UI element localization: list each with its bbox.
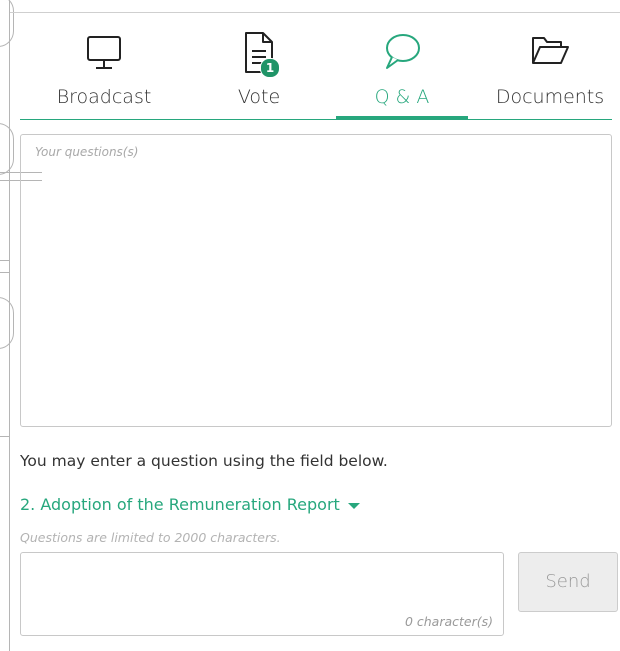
agenda-item-select[interactable]: 2. Adoption of the Remuneration Report: [20, 495, 360, 514]
monitor-icon: [87, 36, 121, 69]
side-decoration: [0, 436, 10, 437]
side-decoration: [0, 260, 10, 261]
side-decoration: [0, 272, 10, 273]
speech-bubble-icon: [386, 34, 420, 69]
tab-vote[interactable]: 1 Vote: [200, 28, 318, 120]
send-button[interactable]: Send: [518, 552, 618, 612]
tab-documents-label: Documents: [495, 86, 605, 108]
header-rule: [10, 12, 620, 13]
character-limit-note: Questions are limited to 2000 characters…: [20, 530, 281, 545]
tab-bar: Broadcast 1 Vote Q & A Documents: [48, 28, 612, 120]
left-panel-edge: [0, 0, 42, 651]
tab-broadcast-label: Broadcast: [56, 86, 152, 108]
folder-open-icon: [532, 37, 569, 64]
side-decoration: [0, 0, 14, 47]
vote-count-badge: 1: [260, 58, 280, 78]
tab-broadcast[interactable]: Broadcast: [48, 28, 160, 120]
character-counter: 0 character(s): [404, 614, 493, 629]
question-hint: You may enter a question using the field…: [20, 452, 388, 470]
side-decoration: [0, 297, 14, 349]
tab-bar-rule: [20, 119, 612, 120]
question-input[interactable]: 0 character(s): [20, 552, 504, 636]
questions-list[interactable]: Your questions(s): [20, 134, 612, 427]
side-decoration: [0, 123, 14, 175]
tab-qa-label: Q & A: [374, 86, 430, 108]
chevron-down-icon: [347, 502, 360, 509]
tab-vote-label: Vote: [237, 86, 281, 108]
questions-placeholder: Your questions(s): [35, 145, 139, 159]
agenda-item-label: 2. Adoption of the Remuneration Report: [20, 495, 340, 514]
tab-qa[interactable]: Q & A: [336, 28, 468, 120]
tab-documents[interactable]: Documents: [488, 28, 612, 120]
